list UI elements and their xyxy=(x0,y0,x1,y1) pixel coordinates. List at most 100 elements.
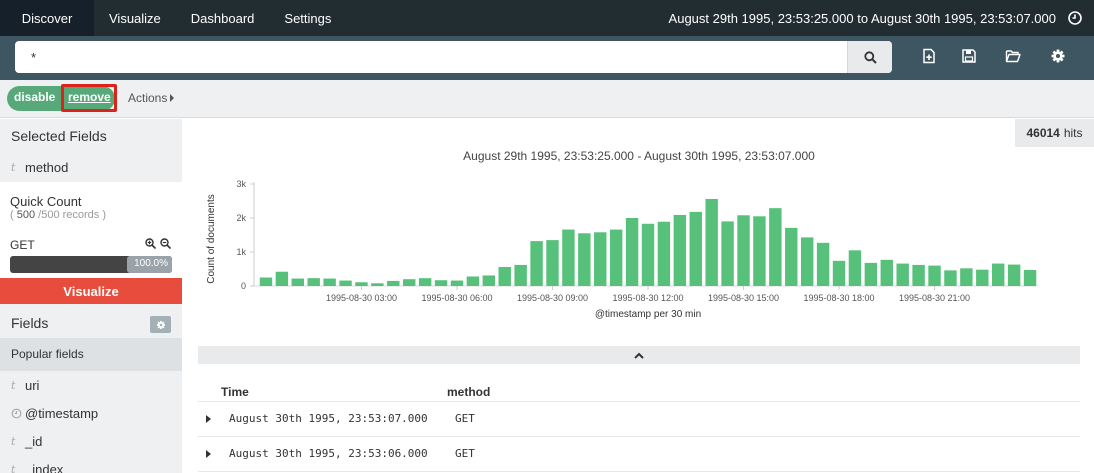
filter-actions-menu[interactable]: Actions xyxy=(128,91,175,105)
column-header-method[interactable]: method xyxy=(447,385,490,399)
search-input[interactable] xyxy=(15,41,847,73)
gear-icon xyxy=(156,320,165,329)
histogram-bar[interactable] xyxy=(816,242,830,286)
collapse-chart-toggle[interactable] xyxy=(198,346,1080,364)
histogram-bar[interactable] xyxy=(291,278,305,286)
histogram-bar[interactable] xyxy=(880,259,893,286)
expand-row-icon[interactable] xyxy=(206,415,211,423)
gear-icon[interactable] xyxy=(1050,48,1066,64)
histogram-bar[interactable] xyxy=(530,241,543,286)
histogram-bar[interactable] xyxy=(403,279,416,286)
histogram-bar[interactable] xyxy=(578,233,591,286)
histogram-bar[interactable] xyxy=(785,227,798,286)
selected-field-method[interactable]: t method xyxy=(11,160,68,175)
histogram-bar[interactable] xyxy=(434,280,448,286)
histogram-bar[interactable] xyxy=(482,275,496,286)
histogram-bar[interactable] xyxy=(546,240,559,286)
quick-count-percent: 100.0% xyxy=(134,258,168,269)
histogram-bar[interactable] xyxy=(307,278,320,286)
histogram-bar[interactable] xyxy=(1007,264,1021,286)
string-type-icon: t xyxy=(11,379,16,392)
histogram-bar[interactable] xyxy=(769,208,782,286)
histogram-bar[interactable] xyxy=(800,237,814,286)
field-index[interactable]: t _index xyxy=(11,462,63,473)
column-header-time[interactable]: Time xyxy=(221,385,249,399)
histogram-bar[interactable] xyxy=(832,260,846,286)
filter-remove-link[interactable]: remove xyxy=(68,90,111,104)
histogram-bar[interactable] xyxy=(864,262,878,286)
quick-count-summary: ( 500 /500 records ) xyxy=(10,209,107,221)
tab-settings[interactable]: Settings xyxy=(269,0,346,36)
field-name: method xyxy=(25,160,69,175)
histogram-bar[interactable] xyxy=(960,268,973,286)
y-tick-label: 0 xyxy=(241,281,246,291)
histogram-bar[interactable] xyxy=(609,229,623,286)
string-type-icon: t xyxy=(11,435,16,448)
histogram-bar[interactable] xyxy=(466,276,480,286)
histogram-bar[interactable] xyxy=(387,280,400,286)
histogram-chart[interactable]: 0 1k 2k 3k Count of documents 1995-08-30 03:0… xyxy=(198,170,1080,330)
histogram-bar[interactable] xyxy=(498,266,511,286)
x-tick-label: 1995-08-30 15:00 xyxy=(708,293,779,303)
time-range-picker[interactable]: August 29th 1995, 23:53:25.000 to August… xyxy=(669,0,1056,36)
histogram-bar[interactable] xyxy=(928,265,941,286)
histogram-bar[interactable] xyxy=(753,216,766,286)
histogram-bar[interactable] xyxy=(450,280,464,286)
histogram-bar[interactable] xyxy=(896,263,909,286)
histogram-bar[interactable] xyxy=(275,271,289,286)
histogram-bar[interactable] xyxy=(944,270,957,286)
filter-bar: disable remove Actions xyxy=(0,80,1094,118)
histogram-bar[interactable] xyxy=(625,218,639,286)
save-icon[interactable] xyxy=(961,48,977,64)
caret-right-icon xyxy=(170,94,175,102)
histogram-bar[interactable] xyxy=(418,278,432,286)
histogram-bar[interactable] xyxy=(355,282,368,286)
filter-disable-link[interactable]: disable xyxy=(14,90,55,104)
histogram-bar[interactable] xyxy=(371,283,384,286)
field-uri[interactable]: t uri xyxy=(11,378,39,393)
histogram-bar[interactable] xyxy=(689,211,702,286)
row-method: GET xyxy=(455,412,475,425)
zoom-in-icon[interactable] xyxy=(145,238,156,249)
histogram-bar[interactable] xyxy=(991,263,1005,286)
expand-row-icon[interactable] xyxy=(206,450,211,458)
zoom-out-icon[interactable] xyxy=(160,238,171,249)
x-tick-label: 1995-08-30 06:00 xyxy=(421,293,492,303)
new-search-icon[interactable] xyxy=(921,48,937,64)
histogram-bar[interactable] xyxy=(339,280,352,286)
histogram-bar[interactable] xyxy=(562,229,575,286)
histogram-bar[interactable] xyxy=(657,221,671,286)
histogram-bar[interactable] xyxy=(705,198,718,286)
quick-count-panel: Quick Count ( 500 /500 records ) GET 100… xyxy=(0,182,182,278)
table-row: August 30th 1995, 23:53:07.000 GET xyxy=(198,402,1080,437)
y-tick-label: 2k xyxy=(236,213,246,223)
hits-count: 46014 xyxy=(1026,126,1060,140)
histogram-bar[interactable] xyxy=(514,264,527,286)
histogram-bar[interactable] xyxy=(1023,270,1037,286)
histogram-bar[interactable] xyxy=(848,250,862,286)
x-tick-label: 1995-08-30 09:00 xyxy=(517,293,588,303)
histogram-bar[interactable] xyxy=(673,214,687,286)
histogram-bar[interactable] xyxy=(737,215,750,286)
histogram-bar[interactable] xyxy=(641,223,655,286)
histogram-bar[interactable] xyxy=(976,269,989,286)
x-tick-label: 1995-08-30 21:00 xyxy=(899,293,970,303)
field-id[interactable]: t _id xyxy=(11,434,42,449)
histogram-bar[interactable] xyxy=(912,264,925,286)
search-button[interactable] xyxy=(847,41,892,73)
tab-discover[interactable]: Discover xyxy=(0,0,94,36)
tab-visualize[interactable]: Visualize xyxy=(94,0,176,36)
open-folder-icon[interactable] xyxy=(1005,48,1021,64)
string-type-icon: t xyxy=(11,161,16,174)
tab-dashboard[interactable]: Dashboard xyxy=(176,0,270,36)
histogram-bar[interactable] xyxy=(594,232,607,286)
fields-title: Fields xyxy=(11,315,49,331)
histogram-bar[interactable] xyxy=(721,221,734,286)
visualize-button[interactable]: Visualize xyxy=(0,278,182,304)
field-name: _index xyxy=(25,462,64,473)
clock-icon[interactable] xyxy=(1068,11,1082,25)
histogram-bar[interactable] xyxy=(323,278,336,286)
fields-settings-button[interactable] xyxy=(150,316,171,333)
histogram-bar[interactable] xyxy=(259,277,273,287)
field-timestamp[interactable]: @timestamp xyxy=(11,406,98,421)
